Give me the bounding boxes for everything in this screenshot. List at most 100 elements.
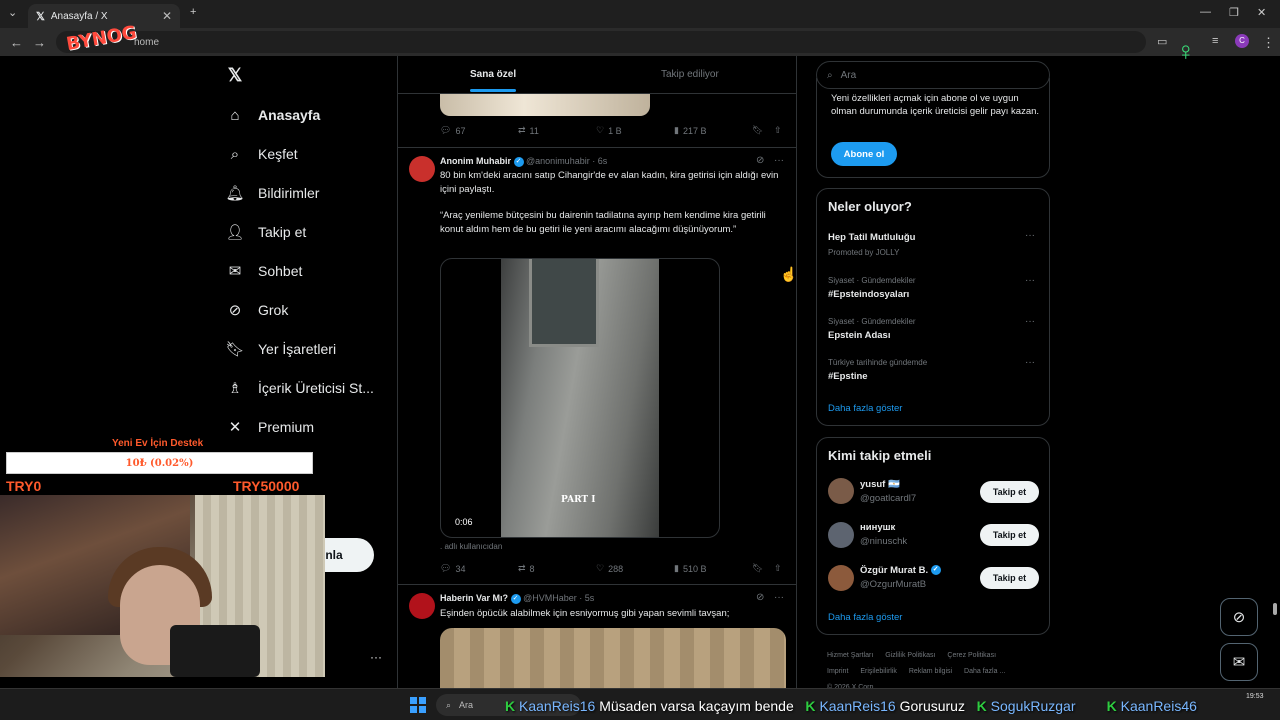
author-handle[interactable]: @HVMHaber <box>523 593 577 603</box>
share-icon[interactable]: ⇧ <box>774 563 782 574</box>
x-logo-icon[interactable]: 𝕏 <box>226 65 244 85</box>
more-icon[interactable]: ··· <box>1025 316 1035 327</box>
avatar[interactable] <box>409 593 435 619</box>
nav-item-bookmarks[interactable]: 🔖︎ Yer İşaretleri <box>225 334 336 364</box>
back-icon[interactable]: ← <box>10 35 23 50</box>
trend-name[interactable]: Epstein Adası <box>828 330 890 341</box>
reply-icon: 💬︎ <box>440 563 452 573</box>
maximize-icon[interactable]: ❐ <box>1229 6 1239 19</box>
nav-item-notifications[interactable]: 🔔︎ Bildirimler <box>225 178 319 208</box>
search-input[interactable]: ⌕ Ara <box>816 61 1050 89</box>
bookmark-icon[interactable]: 🔖︎ <box>752 125 763 136</box>
tweet-time[interactable]: · 5s <box>579 593 594 603</box>
trend-meta: Siyaset · Gündemdekiler <box>828 276 916 285</box>
heart-icon: ♡ <box>596 125 605 135</box>
grok-fab[interactable]: ⊘ <box>1220 598 1258 636</box>
follow-button[interactable]: Takip et <box>980 481 1039 503</box>
tab-following[interactable]: Takip ediliyor <box>661 69 719 80</box>
tab-for-you[interactable]: Sana özel <box>470 69 516 80</box>
footer-link[interactable]: Daha fazla ... <box>964 668 1005 675</box>
avatar[interactable] <box>828 522 854 548</box>
tweet-image[interactable] <box>440 628 786 688</box>
menu-icon[interactable]: ⋮ <box>1262 35 1275 51</box>
account-more-icon[interactable]: ··· <box>370 650 382 664</box>
user-handle: @ninuschk <box>860 536 908 547</box>
reply-button[interactable]: 💬︎ 67 <box>440 125 465 136</box>
grok-icon[interactable]: ⊘ <box>756 592 764 603</box>
new-tab-icon[interactable]: + <box>190 6 196 18</box>
verified-icon: ✓ <box>513 156 524 167</box>
nav-item-explore[interactable]: ⌕ Keşfet <box>226 139 298 169</box>
avatar[interactable] <box>409 156 435 182</box>
scrollbar-thumb[interactable] <box>1273 603 1277 615</box>
footer-link[interactable]: Reklam bilgisi <box>909 668 952 675</box>
more-icon[interactable]: ··· <box>774 155 784 166</box>
cast-icon[interactable]: ▭ <box>1157 35 1167 48</box>
grok-icon[interactable]: ⊘ <box>756 155 764 166</box>
more-icon[interactable]: ··· <box>1025 230 1035 241</box>
footer-link[interactable]: Çerez Politikası <box>947 652 996 659</box>
show-more-link[interactable]: Daha fazla göster <box>828 612 902 623</box>
tab-list-icon[interactable]: ⌄ <box>8 6 17 19</box>
views-button[interactable]: ▮ 217 B <box>674 125 706 136</box>
close-tab-icon[interactable]: ✕ <box>162 9 172 23</box>
minimize-icon[interactable]: — <box>1200 6 1211 18</box>
footer-link[interactable]: Hizmet Şartları <box>827 652 873 659</box>
author-name[interactable]: Anonim Muhabir <box>440 156 511 166</box>
user-name[interactable]: Özgür Murat B. ✓ <box>860 565 941 576</box>
chat-message: Gorusuruz <box>899 698 965 714</box>
chat-user: SogukRuzgar <box>990 698 1076 714</box>
close-window-icon[interactable]: ✕ <box>1257 6 1266 19</box>
footer-link[interactable]: Imprint <box>827 668 848 675</box>
page-scrollbar[interactable] <box>1272 60 1278 688</box>
profile-avatar[interactable]: C <box>1235 34 1249 48</box>
views-button[interactable]: ▮ 510 B <box>674 563 706 574</box>
forward-icon[interactable]: → <box>33 35 46 50</box>
more-icon[interactable]: ··· <box>1025 275 1035 286</box>
browser-tab[interactable]: 𝕏 Anasayfa / X ✕ <box>28 4 180 28</box>
address-bar[interactable]: home <box>56 31 1146 53</box>
footer-link[interactable]: Gizlilik Politikası <box>885 652 935 659</box>
follow-button[interactable]: Takip et <box>980 567 1039 589</box>
more-icon[interactable]: ··· <box>1025 357 1035 368</box>
tagged-user[interactable]: . adlı kullanıcıdan <box>440 542 502 551</box>
nav-item-chat[interactable]: ✉ Sohbet <box>226 256 303 286</box>
nav-item-grok[interactable]: ⊘ Grok <box>226 295 289 325</box>
tweet-time[interactable]: · 6s <box>592 156 607 166</box>
system-clock[interactable]: 19:53 <box>1246 693 1264 700</box>
media-icon[interactable]: ≡ <box>1212 35 1218 47</box>
previous-tweet-media[interactable] <box>440 94 650 116</box>
mouse-cursor-icon: ☝ <box>780 266 798 282</box>
follow-button[interactable]: Takip et <box>980 524 1039 546</box>
like-button[interactable]: ♡ 1 B <box>596 125 622 136</box>
trends-card: Neler oluyor? Hep Tatil Mutluluğu Promot… <box>816 188 1050 426</box>
like-button[interactable]: ♡ 288 <box>596 563 623 574</box>
frog-mascot-icon: ♀ <box>1176 36 1196 66</box>
author-name[interactable]: Haberin Var Mı? <box>440 593 508 603</box>
repost-button[interactable]: ⇄ 8 <box>518 563 535 574</box>
user-name[interactable]: yusuf 🇦🇷 <box>860 479 900 490</box>
share-icon[interactable]: ⇧ <box>774 125 782 136</box>
windows-start-icon[interactable] <box>410 697 426 713</box>
nav-item-creator-studio[interactable]: ♗ İçerik Üreticisi St... <box>226 373 374 403</box>
nav-item-follow[interactable]: 👤︎ Takip et <box>225 217 306 247</box>
avatar[interactable] <box>828 478 854 504</box>
messages-fab[interactable]: ✉ <box>1220 643 1258 681</box>
kick-icon: K <box>805 698 816 714</box>
repost-button[interactable]: ⇄ 11 <box>518 125 539 136</box>
show-more-link[interactable]: Daha fazla göster <box>828 403 902 414</box>
reply-button[interactable]: 💬︎ 34 <box>440 563 465 574</box>
bookmark-icon[interactable]: 🔖︎ <box>752 563 763 574</box>
more-icon[interactable]: ··· <box>774 592 784 603</box>
trend-name[interactable]: Hep Tatil Mutluluğu <box>828 232 915 243</box>
avatar[interactable] <box>828 565 854 591</box>
trend-name[interactable]: #Epsteindosyaları <box>828 289 909 300</box>
author-handle[interactable]: @anonimuhabir <box>526 156 590 166</box>
trend-name[interactable]: #Epstine <box>828 371 868 382</box>
user-name[interactable]: нинушк <box>860 522 895 533</box>
tweet-video[interactable]: PART I 0:06 <box>440 258 720 538</box>
subscribe-button[interactable]: Abone ol <box>831 142 897 166</box>
nav-item-premium[interactable]: ✕ Premium <box>226 412 314 442</box>
nav-item-home[interactable]: ⌂ Anasayfa <box>226 100 320 130</box>
footer-link[interactable]: Erişilebilirlik <box>860 668 897 675</box>
